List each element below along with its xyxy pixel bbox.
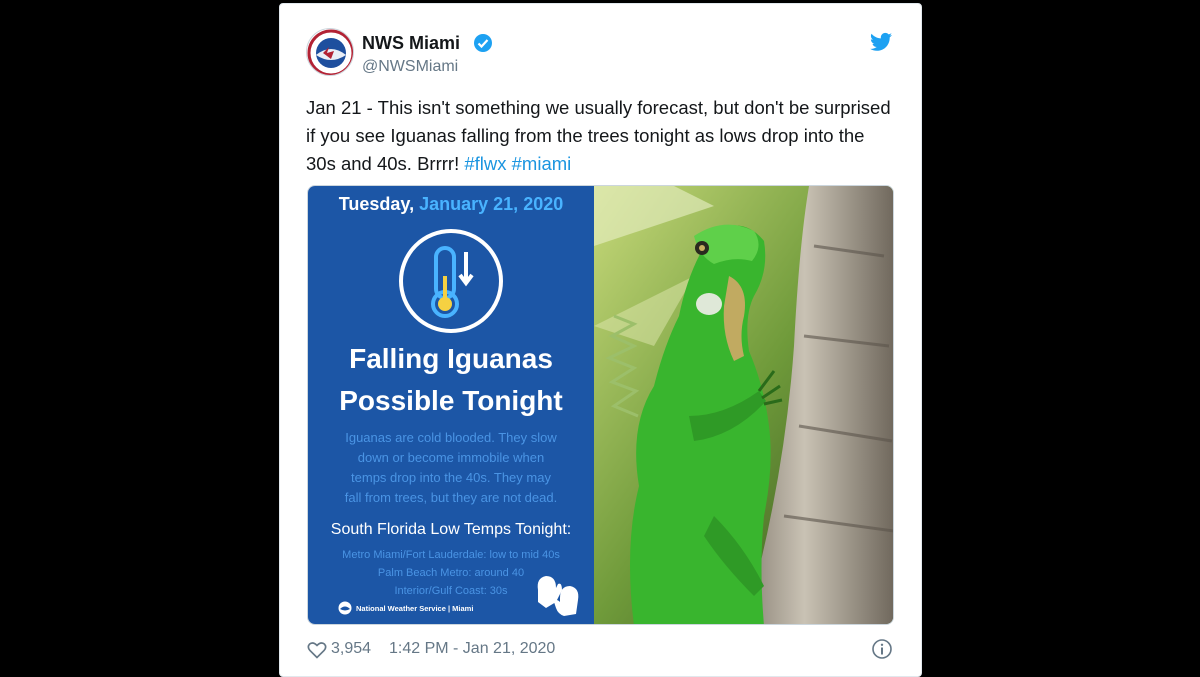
display-name[interactable]: NWS Miami: [362, 33, 460, 54]
body-line-2: down or become immobile when: [357, 450, 545, 465]
heart-icon[interactable]: [307, 640, 327, 660]
body-line-4: fall from trees, but they are not dead.: [344, 490, 558, 505]
temp-metro-miami: Metro Miami/Fort Lauderdale: low to mid …: [342, 549, 560, 561]
nws-logo-icon: [307, 29, 353, 75]
tweet-card: NWS Miami @NWSMiami Jan 21 - This isn't …: [279, 3, 922, 677]
graphic-body: Iguanas are cold blooded. They slow down…: [318, 428, 584, 508]
graphic-date-value: January 21, 2020: [419, 194, 564, 214]
tweet-media[interactable]: Tuesday, January 21, 2020 Falling Iguana…: [307, 185, 894, 625]
graphic-date: Tuesday, January 21, 2020: [308, 194, 594, 215]
hashtag-flwx[interactable]: #flwx: [464, 153, 506, 174]
twitter-bird-icon[interactable]: [870, 32, 892, 52]
hashtag-miami[interactable]: #miami: [512, 153, 572, 174]
temps-title: South Florida Low Temps Tonight:: [330, 521, 572, 538]
headline-line-2: Possible Tonight: [339, 385, 563, 416]
body-line-1: Iguanas are cold blooded. They slow: [345, 430, 557, 445]
thermometer-icon: [399, 229, 503, 333]
graphic-footer: National Weather Service | Miami: [356, 604, 474, 613]
tweet-body: Jan 21 - This isn't something we usually…: [306, 97, 891, 174]
graphic-headline: Falling Iguanas Possible Tonight: [308, 338, 594, 422]
tweet-timestamp[interactable]: 1:42 PM - Jan 21, 2020: [389, 640, 555, 658]
noaa-icon: [338, 601, 352, 615]
forecast-graphic: Tuesday, January 21, 2020 Falling Iguana…: [308, 186, 594, 624]
verified-badge-icon: [474, 34, 492, 52]
avatar[interactable]: [306, 28, 354, 76]
iguana-photo: [594, 186, 893, 624]
body-line-3: temps drop into the 40s. They may: [351, 470, 551, 485]
like-count[interactable]: 3,954: [331, 640, 371, 658]
headline-line-1: Falling Iguanas: [349, 343, 553, 374]
tweet-text: Jan 21 - This isn't something we usually…: [306, 94, 896, 178]
handle[interactable]: @NWSMiami: [362, 58, 458, 76]
mittens-icon: [537, 576, 579, 616]
graphic-day: Tuesday,: [338, 194, 415, 214]
info-icon[interactable]: [871, 638, 893, 660]
